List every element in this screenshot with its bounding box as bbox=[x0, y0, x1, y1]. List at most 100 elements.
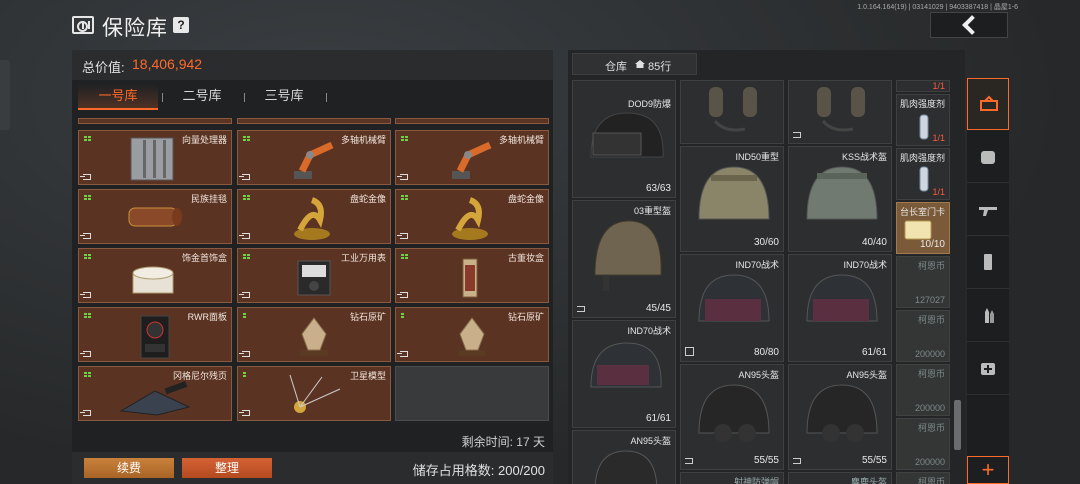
tab-vault-1[interactable]: 一号库 bbox=[78, 84, 158, 110]
vault-item[interactable]: 向量处理器 bbox=[78, 130, 232, 185]
vault-item-partial[interactable] bbox=[78, 118, 232, 124]
empty-slot[interactable] bbox=[395, 366, 549, 421]
scroll-page-icon bbox=[119, 381, 191, 416]
move-out-icon[interactable] bbox=[239, 174, 250, 180]
rarity-dots bbox=[84, 313, 94, 319]
durability: 55/55 bbox=[753, 455, 779, 466]
rarity-dots bbox=[243, 195, 253, 201]
move-out-icon[interactable] bbox=[80, 410, 91, 416]
vault-item[interactable]: 古董妆盒 bbox=[395, 248, 549, 303]
vault-item[interactable]: 多轴机械臂 bbox=[395, 130, 549, 185]
side-handle[interactable] bbox=[0, 60, 10, 130]
move-to-vault-icon[interactable] bbox=[685, 458, 693, 464]
warehouse-item[interactable] bbox=[788, 80, 892, 144]
back-button[interactable] bbox=[930, 12, 1008, 38]
move-out-icon[interactable] bbox=[239, 233, 250, 239]
total-value-row: 总价值: 18,406,942 bbox=[72, 50, 553, 80]
warehouse-item[interactable]: IND50重型 30/60 bbox=[680, 146, 784, 252]
move-out-icon[interactable] bbox=[397, 351, 408, 357]
vault-item[interactable]: 钻石原矿 bbox=[395, 307, 549, 362]
move-out-icon[interactable] bbox=[80, 292, 91, 298]
warehouse-item[interactable]: KSS战术盔 40/40 bbox=[788, 146, 892, 252]
category-magazine[interactable] bbox=[967, 237, 1009, 289]
warehouse-item[interactable]: IND70战术 61/61 bbox=[788, 254, 892, 362]
vault-item-partial[interactable] bbox=[237, 118, 391, 124]
move-out-icon[interactable] bbox=[80, 233, 91, 239]
warehouse-item[interactable]: 柯恩币 200000 bbox=[896, 364, 950, 416]
warehouse-item-partial[interactable]: 麋鹿头盔 bbox=[788, 472, 892, 484]
rarity-dots bbox=[401, 313, 411, 319]
total-value: 18,406,942 bbox=[132, 56, 203, 72]
vault-item[interactable]: 多轴机械臂 bbox=[237, 130, 391, 185]
warehouse-item[interactable]: 柯恩币 127027 bbox=[896, 256, 950, 308]
category-backpack[interactable] bbox=[967, 131, 1009, 183]
remaining-time: 剩余时间: 17 天 bbox=[461, 435, 545, 449]
vault-item[interactable]: RWR面板 bbox=[78, 307, 232, 362]
warehouse-item[interactable]: 肌肉强度剂 1/1 bbox=[896, 94, 950, 146]
category-ammo[interactable] bbox=[967, 290, 1009, 342]
move-to-vault-icon[interactable] bbox=[577, 306, 585, 312]
warehouse-item[interactable]: AN95头盔 55/55 bbox=[788, 364, 892, 470]
move-out-icon[interactable] bbox=[397, 233, 408, 239]
rarity-dots bbox=[401, 136, 411, 142]
jewelry-box-icon bbox=[132, 266, 174, 294]
tab-vault-2[interactable]: 二号库 bbox=[162, 84, 242, 110]
vault-item[interactable]: 盘蛇金像 bbox=[237, 189, 391, 244]
vault-item[interactable]: 卫星模型 bbox=[237, 366, 391, 421]
warehouse-item[interactable]: AN95头盔 bbox=[572, 430, 676, 484]
add-category-button[interactable]: + bbox=[967, 456, 1009, 484]
sort-button[interactable]: 整理 bbox=[182, 458, 272, 478]
move-to-vault-icon[interactable] bbox=[793, 458, 801, 464]
warehouse-item[interactable]: IND70战术 61/61 bbox=[572, 320, 676, 428]
renew-button[interactable]: 续费 bbox=[84, 458, 174, 478]
warehouse-item[interactable]: 03重型盔 45/45 bbox=[572, 200, 676, 318]
category-rifle[interactable] bbox=[967, 184, 1009, 236]
vault-item[interactable]: 民族挂毯 bbox=[78, 189, 232, 244]
move-out-icon[interactable] bbox=[239, 351, 250, 357]
durability: 63/63 bbox=[645, 183, 671, 194]
move-out-icon[interactable] bbox=[397, 292, 408, 298]
tab-vault-3[interactable]: 三号库 bbox=[244, 84, 324, 110]
warehouse-item[interactable]: 肌肉强度剂 1/1 bbox=[896, 148, 950, 200]
move-out-icon[interactable] bbox=[80, 351, 91, 357]
warehouse-item[interactable]: AN95头盔 55/55 bbox=[680, 364, 784, 470]
category-medkit[interactable] bbox=[967, 343, 1009, 395]
vault-item-partial[interactable] bbox=[395, 118, 549, 124]
warehouse-item[interactable]: 柯恩币 200000 bbox=[896, 310, 950, 362]
vault-item[interactable]: 钻石原矿 bbox=[237, 307, 391, 362]
warehouse-item-partial[interactable]: 1/1 bbox=[896, 80, 950, 92]
durability: 80/80 bbox=[753, 347, 779, 358]
warehouse-item[interactable]: DOD9防爆 63/63 bbox=[572, 80, 676, 198]
move-out-icon[interactable] bbox=[80, 174, 91, 180]
item-name: 肌肉强度剂 bbox=[899, 153, 945, 163]
vault-item[interactable]: 盘蛇金像 bbox=[395, 189, 549, 244]
vault-item[interactable]: 工业万用表 bbox=[237, 248, 391, 303]
total-value-label: 总价值: bbox=[82, 60, 125, 75]
top-bar: 保险库 ? 1.0.164.164(19) | 03141029 | 94033… bbox=[0, 0, 1080, 50]
syringe-icon bbox=[919, 166, 929, 192]
helmet-icon bbox=[590, 342, 662, 388]
helmet-icon bbox=[698, 274, 770, 322]
item-name: 饰金首饰盒 bbox=[181, 253, 227, 263]
vault-item[interactable]: 饰金首饰盒 bbox=[78, 248, 232, 303]
item-name: 卫星模型 bbox=[349, 371, 386, 381]
item-name: 柯恩币 bbox=[917, 477, 945, 484]
rarity-dots bbox=[243, 313, 253, 319]
warehouse-item[interactable]: 柯恩币 200000 bbox=[896, 418, 950, 470]
warehouse-item-partial[interactable]: 射神防弹帽 bbox=[680, 472, 784, 484]
vault-footer: 续费 整理 储存占用格数: 200/200 bbox=[72, 452, 553, 484]
warehouse-item[interactable] bbox=[680, 80, 784, 144]
category-tools[interactable] bbox=[967, 78, 1009, 130]
rarity-dots bbox=[401, 195, 411, 201]
move-out-icon[interactable] bbox=[239, 410, 250, 416]
warehouse-scrollbar[interactable] bbox=[954, 400, 961, 450]
vault-item[interactable]: 冈格尼尔残页 bbox=[78, 366, 232, 421]
warehouse-item[interactable]: 台长室门卡 10/10 bbox=[896, 202, 950, 254]
help-button[interactable]: ? bbox=[173, 17, 189, 33]
move-out-icon[interactable] bbox=[239, 292, 250, 298]
warehouse-item[interactable]: IND70战术 80/80 bbox=[680, 254, 784, 362]
move-out-icon[interactable] bbox=[397, 174, 408, 180]
warehouse-item-partial[interactable]: 柯恩币 bbox=[896, 472, 950, 484]
vault-tabs: 一号库 二号库 三号库 bbox=[72, 84, 553, 110]
move-to-vault-icon[interactable] bbox=[793, 132, 801, 138]
